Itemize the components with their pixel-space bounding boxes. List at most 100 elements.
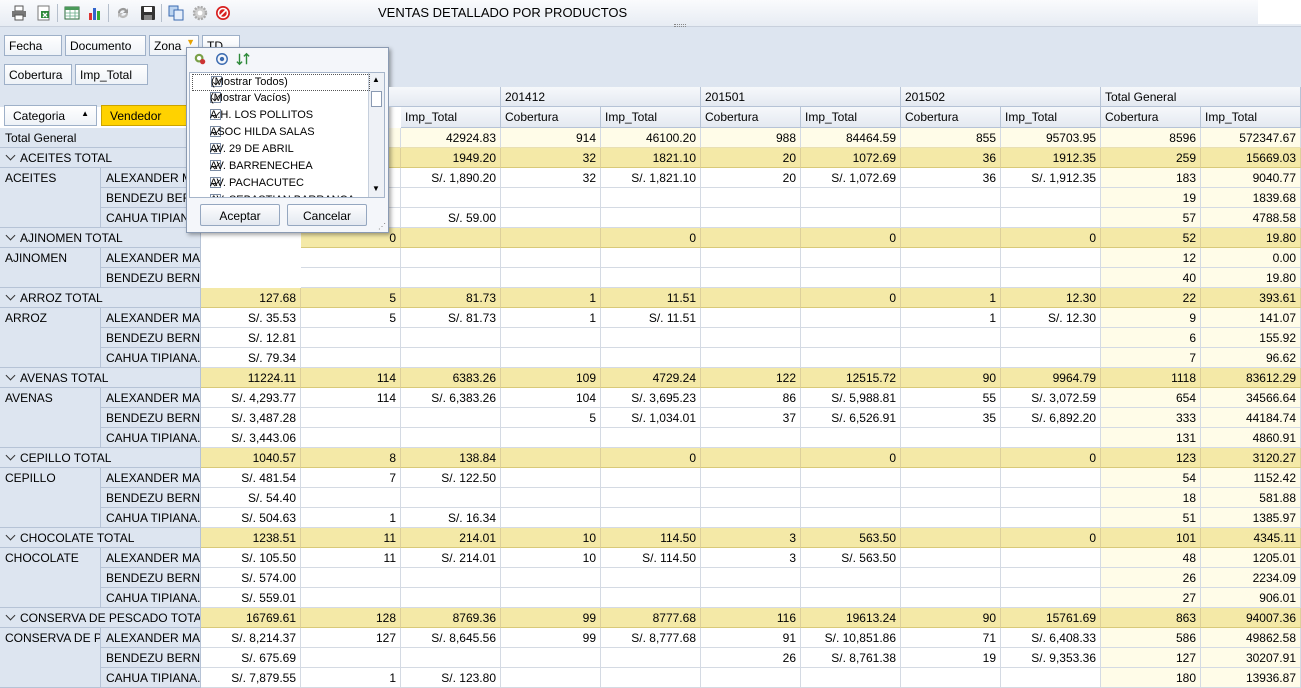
value-cell: 54 (1101, 468, 1201, 488)
group-total-label[interactable]: CONSERVA DE PESCADO TOTAL (0, 608, 201, 628)
filter-popup-scrollbar[interactable]: ▲ ▼ (368, 73, 384, 197)
accept-button[interactable]: Aceptar (200, 204, 280, 226)
vendor-cell: ALEXANDER MA... (101, 308, 201, 328)
measure-header[interactable]: Cobertura (701, 107, 801, 128)
value-cell: 52 (1101, 228, 1201, 248)
vendor-cell: ALEXANDER MA... (101, 248, 201, 268)
table-icon[interactable] (62, 3, 81, 22)
value-cell: 128 (301, 608, 401, 628)
popup-toolbar (187, 48, 388, 70)
measure-header[interactable]: Imp_Total (601, 107, 701, 128)
vendor-cell: CAHUA TIPIANA... (101, 588, 201, 608)
value-cell: 114.50 (601, 528, 701, 548)
collapse-chevron-icon[interactable] (5, 450, 16, 461)
collapse-chevron-icon[interactable] (5, 610, 16, 621)
group-total-row: AVENAS TOTAL 11224.11 114 6383.26 109 4729.24… (0, 368, 1301, 388)
period-header[interactable]: 201502 (901, 87, 1101, 107)
value-cell: 20 (701, 168, 801, 188)
value-cell: 91 (701, 628, 801, 648)
filter-popup-item[interactable]: AV. SEBASTIAN BARRANCA (192, 193, 370, 197)
measure-header[interactable]: Imp_Total (1201, 107, 1301, 128)
value-cell: 7 (1101, 348, 1201, 368)
value-cell: 1152.42 (1201, 468, 1301, 488)
filter-field-documento[interactable]: Documento (65, 35, 146, 56)
value-cell: 40 (1101, 268, 1201, 288)
value-cell: 155.92 (1201, 328, 1301, 348)
value-cell (401, 188, 501, 208)
group-total-label[interactable]: AVENAS TOTAL (0, 368, 201, 388)
filter-popup-item[interactable]: (Mostrar Vacíos) (192, 91, 370, 108)
value-cell: 20 (701, 148, 801, 168)
refresh-icon[interactable] (113, 3, 132, 22)
resize-grip-icon[interactable]: ⋰ (378, 222, 386, 231)
collapse-chevron-icon[interactable] (5, 150, 16, 161)
filter-field-fecha[interactable]: Fecha (4, 35, 62, 56)
filter-popup-item[interactable]: AV. PACHACUTEC (192, 176, 370, 193)
chart-icon[interactable] (85, 3, 104, 22)
show-all-icon[interactable] (193, 52, 207, 66)
data-field-cobertura[interactable]: Cobertura (4, 64, 72, 85)
period-header[interactable]: 201501 (701, 87, 901, 107)
grand-total-label[interactable]: Total General (0, 128, 201, 148)
group-total-label[interactable]: CHOCOLATE TOTAL (0, 528, 201, 548)
detail-row: BENDEZU BERN... S/. 675.69 26 S/. 8,761.38 1… (0, 648, 1301, 668)
export-excel-icon[interactable] (34, 3, 53, 22)
value-cell: 4729.24 (601, 368, 701, 388)
collapse-chevron-icon[interactable] (5, 370, 16, 381)
group-total-label[interactable]: CEPILLO TOTAL (0, 448, 201, 468)
scroll-thumb[interactable] (371, 91, 382, 107)
value-cell: 46100.20 (601, 128, 701, 148)
sort-toggle-icon[interactable] (236, 52, 250, 66)
value-cell: 101 (1101, 528, 1201, 548)
group-total-label[interactable]: ARROZ TOTAL (0, 288, 201, 308)
filter-popup-item-label: A.H. LOS POLLITOS (210, 109, 314, 121)
close-icon[interactable] (213, 3, 232, 22)
value-cell: 4860.91 (1201, 428, 1301, 448)
row-field-categoria[interactable]: Categoria ▲ (4, 105, 97, 126)
period-header[interactable]: 201412 (501, 87, 701, 107)
measure-header[interactable]: Imp_Total (801, 107, 901, 128)
filter-popup-item[interactable]: A.H. LOS POLLITOS (192, 108, 370, 125)
scroll-up-icon[interactable]: ▲ (372, 75, 380, 84)
filter-popup-item[interactable]: AV. 29 DE ABRIL (192, 142, 370, 159)
print-icon[interactable] (9, 3, 28, 22)
measure-header[interactable]: Imp_Total (401, 107, 501, 128)
measure-header[interactable]: Cobertura (501, 107, 601, 128)
scroll-down-icon[interactable]: ▼ (372, 184, 380, 193)
filter-active-icon[interactable]: ▼ (186, 37, 195, 47)
value-cell: 94007.36 (1201, 608, 1301, 628)
filter-popup-item-label: ASOC HILDA SALAS (210, 126, 315, 138)
cancel-button[interactable]: Cancelar (287, 204, 367, 226)
measure-header[interactable]: Cobertura (1101, 107, 1201, 128)
copy-icon[interactable] (166, 3, 185, 22)
value-cell: 109 (501, 368, 601, 388)
value-cell: 96.62 (1201, 348, 1301, 368)
measure-header[interactable]: Cobertura (901, 107, 1001, 128)
value-cell: S/. 35.53 (201, 308, 301, 328)
filter-popup-item-label: AV. 29 DE ABRIL (210, 143, 294, 155)
blank-panel (1258, 0, 1301, 24)
data-field-imp-total[interactable]: Imp_Total (75, 64, 148, 85)
settings-icon[interactable] (190, 3, 209, 22)
period-header[interactable]: Total General (1101, 87, 1301, 107)
group-total-label[interactable]: ACEITES TOTAL (0, 148, 201, 168)
collapse-chevron-icon[interactable] (5, 530, 16, 541)
collapse-chevron-icon[interactable] (5, 290, 16, 301)
collapse-chevron-icon[interactable] (5, 230, 16, 241)
filter-popup-item[interactable]: ASOC HILDA SALAS (192, 125, 370, 142)
value-cell: 22 (1101, 288, 1201, 308)
value-cell (601, 188, 701, 208)
value-cell: 30207.91 (1201, 648, 1301, 668)
value-cell (901, 248, 1001, 268)
value-cell: 83612.29 (1201, 368, 1301, 388)
filter-popup-item[interactable]: AV. BARRENECHEA (192, 159, 370, 176)
target-icon[interactable] (215, 52, 229, 66)
value-cell: 0 (1001, 228, 1101, 248)
group-total-label[interactable]: AJINOMEN TOTAL (0, 228, 201, 248)
vendor-cell: BENDEZU BERN... (101, 648, 201, 668)
measure-header[interactable]: Imp_Total (1001, 107, 1101, 128)
save-icon[interactable] (138, 3, 157, 22)
filter-popup-item[interactable]: (Mostrar Todos) (192, 74, 370, 91)
value-cell (901, 428, 1001, 448)
vendor-cell: ALEXANDER MA... (101, 628, 201, 648)
